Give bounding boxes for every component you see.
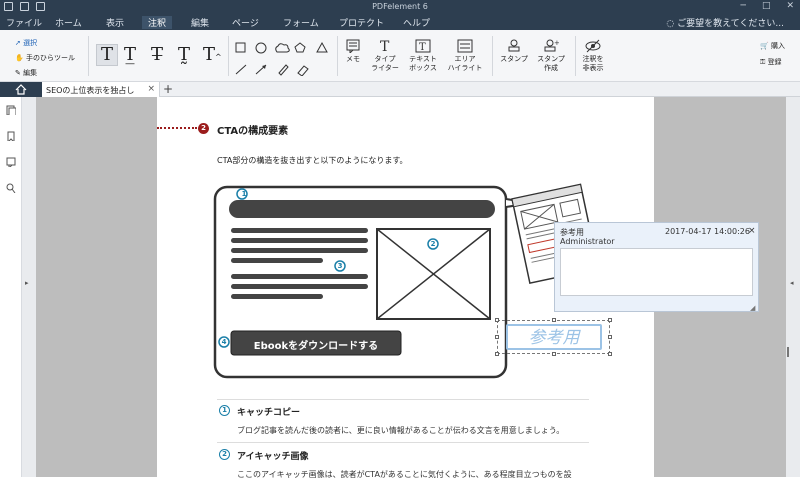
intro-text: CTA部分の構造を抜き出すと以下のようになります。: [217, 156, 408, 165]
document-tab-label: SEOの上位表示を独占し: [46, 86, 135, 95]
highlight-text-tool[interactable]: T: [96, 44, 118, 66]
area-highlight-icon: [457, 39, 473, 53]
document-tab-bar: SEOの上位表示を独占し × +: [0, 82, 800, 97]
area-highlight-tool[interactable]: エリア ハイライト: [445, 39, 485, 73]
menu-form[interactable]: フォーム: [283, 16, 319, 29]
hand-icon: ✋: [15, 54, 24, 62]
resize-handle[interactable]: [608, 335, 612, 339]
hand-tool[interactable]: ✋ 手のひらツール: [15, 51, 75, 66]
close-button[interactable]: ✕: [786, 1, 794, 11]
eye-off-icon: [585, 39, 601, 53]
purchase-button[interactable]: 🛒 購入: [760, 38, 785, 54]
caret-text-tool[interactable]: T^: [203, 44, 222, 65]
memo-icon: [346, 39, 360, 53]
squiggly-text-tool[interactable]: T̰: [178, 44, 190, 65]
bookmark-icon[interactable]: [6, 131, 16, 141]
marker-2: 2: [430, 240, 436, 248]
resize-handle[interactable]: [552, 318, 556, 322]
right-panel-toggle[interactable]: ◂: [786, 97, 800, 477]
marker-1: 1: [241, 190, 247, 198]
item-1-number: 1: [219, 405, 230, 416]
item-2-title: アイキャッチ画像: [237, 452, 309, 462]
stamp-annotation[interactable]: 参考用: [495, 318, 612, 356]
edit-icon: ✎: [15, 69, 21, 77]
select-tool[interactable]: ➚ 選択: [15, 36, 75, 51]
comment-popup[interactable]: 参考用 2017-04-17 14:00:26 × Administrator …: [554, 222, 759, 312]
section-number-badge: 2: [198, 123, 209, 134]
menu-file[interactable]: ファイル: [6, 16, 42, 29]
ribbon-toolbar: ➚ 選択 ✋ 手のひらツール ✎ 編集 T T̲ T̶ T̰ T^ メモ T タ…: [0, 30, 800, 82]
close-comment-icon[interactable]: ×: [748, 226, 756, 236]
resize-handle[interactable]: [495, 352, 499, 356]
resize-grip-icon[interactable]: ◢: [750, 304, 755, 312]
edit-tool[interactable]: ✎ 編集: [15, 66, 75, 81]
resize-handle[interactable]: [552, 352, 556, 356]
menu-protect[interactable]: プロテクト: [339, 16, 384, 29]
hide-annotations-button[interactable]: 注釈を 非表示: [579, 39, 607, 73]
typewriter-icon: T: [380, 39, 390, 53]
stamp-text: 参考用: [506, 324, 602, 350]
cta-download-button: Ebookをダウンロードする: [253, 341, 379, 352]
stamp-icon: [508, 39, 520, 52]
title-bar: PDFelement 6 ─ □ ✕: [0, 0, 800, 14]
item-1-title: キャッチコピー: [237, 408, 301, 418]
home-icon: [15, 84, 27, 95]
menu-home[interactable]: ホーム: [55, 16, 82, 29]
item-2-number: 2: [219, 449, 230, 460]
textbox-tool[interactable]: T テキスト ボックス: [405, 39, 441, 73]
menu-help[interactable]: ヘルプ: [403, 16, 430, 29]
svg-text:T: T: [380, 39, 390, 53]
search-icon[interactable]: [6, 183, 16, 193]
dotted-leader: [157, 127, 197, 129]
item-1-desc: ブログ記事を読んだ後の読者に、更に良い情報があることが伝わる文言を用意しましょう…: [237, 426, 565, 435]
resize-handle[interactable]: [495, 318, 499, 322]
shape-tools[interactable]: [234, 40, 334, 76]
help-search[interactable]: ◌ ご要望を教えてください...: [666, 16, 784, 29]
comment-textarea[interactable]: [560, 248, 753, 296]
marker-4: 4: [221, 338, 227, 346]
resize-handle[interactable]: [495, 335, 499, 339]
register-button[interactable]: ⚿ 登録: [760, 54, 785, 70]
thumbnails-icon[interactable]: [6, 105, 16, 115]
left-panel-toggle[interactable]: ▸: [22, 97, 36, 477]
marker-3: 3: [337, 262, 343, 270]
minimize-button[interactable]: ─: [741, 1, 746, 11]
key-icon: ⚿: [760, 58, 766, 66]
svg-text:T: T: [419, 42, 426, 53]
document-tab[interactable]: SEOの上位表示を独占し ×: [42, 82, 160, 97]
item-2-desc: ここのアイキャッチ画像は、読者がCTAがあることに気付くように、ある程度目立つも…: [237, 470, 572, 479]
close-tab-icon[interactable]: ×: [147, 84, 155, 94]
stamp-create-tool[interactable]: + スタンプ 作成: [535, 39, 567, 73]
memo-tool[interactable]: メモ: [342, 39, 364, 64]
app-title: PDFelement 6: [372, 2, 428, 11]
section-title: CTAの構成要素: [217, 126, 289, 137]
home-tab[interactable]: [0, 82, 42, 97]
comments-icon[interactable]: [6, 157, 16, 167]
menu-edit[interactable]: 編集: [191, 16, 209, 29]
menu-bar: ファイル ホーム 表示 注釈 編集 ページ フォーム プロテクト ヘルプ ◌ ご…: [0, 14, 800, 30]
maximize-button[interactable]: □: [762, 1, 771, 11]
svg-text:+: +: [554, 39, 559, 47]
comment-author: Administrator: [560, 237, 615, 246]
cart-icon: 🛒: [760, 42, 769, 50]
comment-timestamp: 2017-04-17 14:00:26: [665, 227, 750, 236]
strikeout-text-tool[interactable]: T̶: [151, 44, 163, 65]
underline-text-tool[interactable]: T̲: [124, 44, 136, 65]
menu-page[interactable]: ページ: [232, 16, 259, 29]
typewriter-tool[interactable]: T タイプ ライター: [369, 39, 401, 73]
resize-handle[interactable]: [608, 352, 612, 356]
cursor-icon: ➚: [15, 39, 21, 47]
menu-comment[interactable]: 注釈: [142, 16, 173, 29]
left-sidebar: [0, 97, 22, 477]
resize-handle[interactable]: [608, 318, 612, 322]
new-tab-button[interactable]: +: [163, 82, 173, 96]
lightbulb-icon: ◌: [666, 19, 678, 29]
menu-view[interactable]: 表示: [106, 16, 124, 29]
stamp-create-icon: +: [544, 39, 559, 52]
stamp-tool[interactable]: スタンプ: [498, 39, 530, 64]
textbox-icon: T: [415, 39, 431, 53]
